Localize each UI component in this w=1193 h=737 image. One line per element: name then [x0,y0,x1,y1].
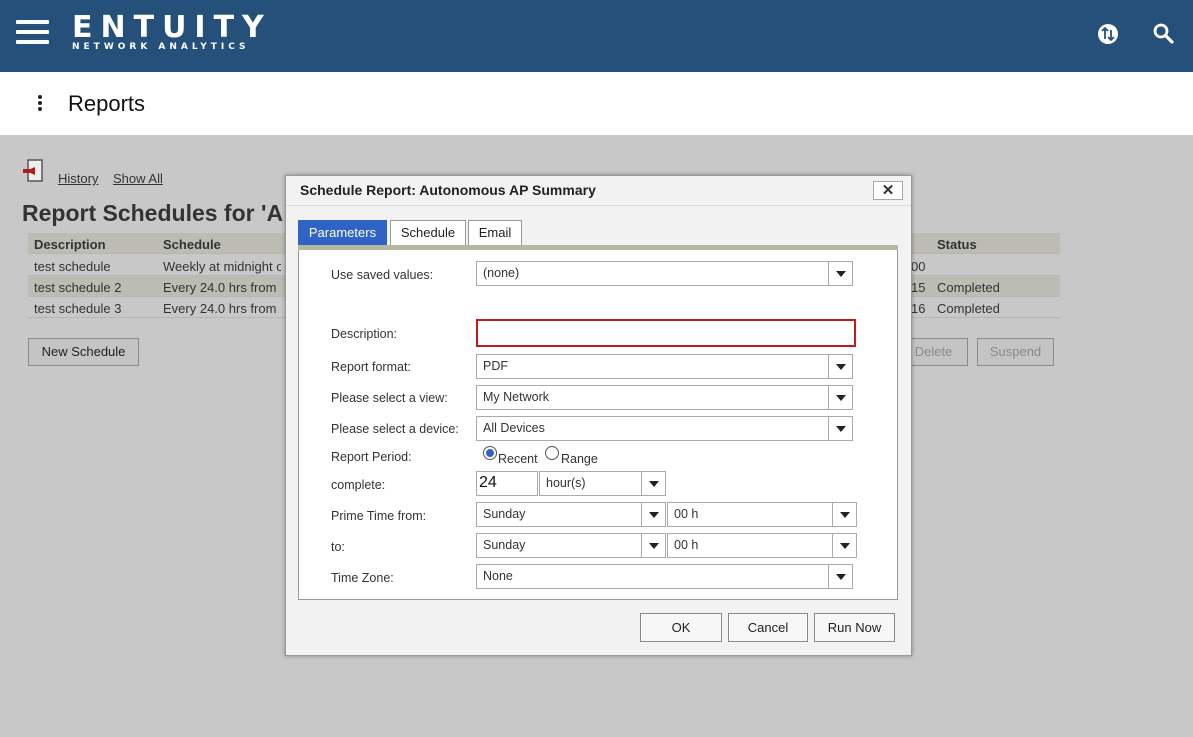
timezone-label: Time Zone: [331,571,394,585]
saved-values-value: (none) [483,266,520,280]
row-time: 00 [911,259,926,274]
show-all-link[interactable]: Show All [113,171,163,186]
cancel-button[interactable]: Cancel [728,613,808,642]
prime-from-label: Prime Time from: [331,509,427,523]
report-format-label: Report format: [331,360,411,374]
prime-to-label: to: [331,540,345,554]
recent-radio[interactable] [483,446,497,460]
row-description: test schedule 3 [34,301,122,316]
report-period-label: Report Period: [331,450,412,464]
chevron-down-icon[interactable] [832,534,856,557]
ok-button[interactable]: OK [640,613,722,642]
device-value: All Devices [483,421,545,435]
chevron-down-icon[interactable] [828,355,852,378]
tab-email[interactable]: Email [468,220,522,245]
chevron-down-icon[interactable] [641,503,665,526]
view-label: Please select a view: [331,391,448,405]
new-schedule-button[interactable]: New Schedule [28,338,139,366]
report-format-value: PDF [483,359,508,373]
complete-label: complete: [331,478,386,492]
brand-logo: ENTUITY NETWORK ANALYTICS [72,10,272,53]
view-value: My Network [483,390,549,404]
complete-count-value: 24 [479,474,497,491]
close-icon[interactable]: ✕ [873,181,903,200]
chevron-down-icon[interactable] [828,262,852,285]
saved-values-label: Use saved values: [331,268,434,282]
column-header-status: Status [937,237,977,252]
complete-count-input[interactable]: 24 [476,471,538,496]
menu-icon[interactable] [16,20,49,44]
parameters-panel: Use saved values: (none) Description: Re… [298,250,898,600]
brand-name: ENTUITY [72,10,272,45]
chevron-down-icon[interactable] [828,417,852,440]
timezone-select[interactable]: None [476,564,853,589]
search-icon[interactable] [1152,22,1176,46]
range-radio[interactable] [545,446,559,460]
app-header: ENTUITY NETWORK ANALYTICS [0,0,1193,72]
device-label: Please select a device: [331,422,459,436]
page-titlebar: Reports [0,72,1193,135]
row-time: 15 [911,280,926,295]
chevron-down-icon[interactable] [832,503,856,526]
row-schedule: Weekly at midnight on [163,259,281,274]
chevron-down-icon[interactable] [641,534,665,557]
row-schedule: Every 24.0 hrs from [163,280,277,295]
more-options-icon[interactable] [38,95,44,115]
row-schedule: Every 24.0 hrs from [163,301,277,316]
prime-from-hour-value: 00 h [674,507,699,521]
back-icon[interactable] [22,159,44,183]
prime-to-day-select[interactable]: Sunday [476,533,666,558]
schedules-heading: Report Schedules for 'Autonomous AP Summ… [22,200,284,226]
complete-unit-select[interactable]: hour(s) [539,471,666,496]
timezone-value: None [483,569,513,583]
row-status: Completed [937,280,1000,295]
report-format-select[interactable]: PDF [476,354,853,379]
description-field[interactable] [476,319,856,347]
row-description: test schedule [34,259,111,274]
row-description: test schedule 2 [34,280,122,295]
dialog-divider [286,205,911,206]
row-status: Completed [937,301,1000,316]
complete-unit-value: hour(s) [546,476,586,490]
chevron-down-icon[interactable] [828,565,852,588]
recent-radio-label[interactable]: Recent [498,452,538,466]
row-time: 16 [911,301,926,316]
history-link[interactable]: History [58,171,98,186]
schedule-report-dialog: Schedule Report: Autonomous AP Summary ✕… [285,175,912,656]
page-title: Reports [68,91,146,116]
prime-to-hour-select[interactable]: 00 h [667,533,857,558]
tab-parameters[interactable]: Parameters [298,220,387,245]
tab-schedule[interactable]: Schedule [390,220,466,245]
prime-to-day-value: Sunday [483,538,526,552]
description-label: Description: [331,327,397,341]
chevron-down-icon[interactable] [641,472,665,495]
column-header-description: Description [34,237,106,252]
view-select[interactable]: My Network [476,385,853,410]
run-now-button[interactable]: Run Now [814,613,895,642]
prime-from-hour-select[interactable]: 00 h [667,502,857,527]
range-radio-label[interactable]: Range [561,452,598,466]
suspend-button[interactable]: Suspend [977,338,1054,366]
saved-values-select[interactable]: (none) [476,261,853,286]
prime-from-day-value: Sunday [483,507,526,521]
sync-icon[interactable] [1096,22,1120,46]
chevron-down-icon[interactable] [828,386,852,409]
dialog-title: Schedule Report: Autonomous AP Summary [300,182,596,198]
prime-to-hour-value: 00 h [674,538,699,552]
column-header-schedule: Schedule [163,237,221,252]
device-select[interactable]: All Devices [476,416,853,441]
brand-tagline: NETWORK ANALYTICS [72,42,250,52]
prime-from-day-select[interactable]: Sunday [476,502,666,527]
